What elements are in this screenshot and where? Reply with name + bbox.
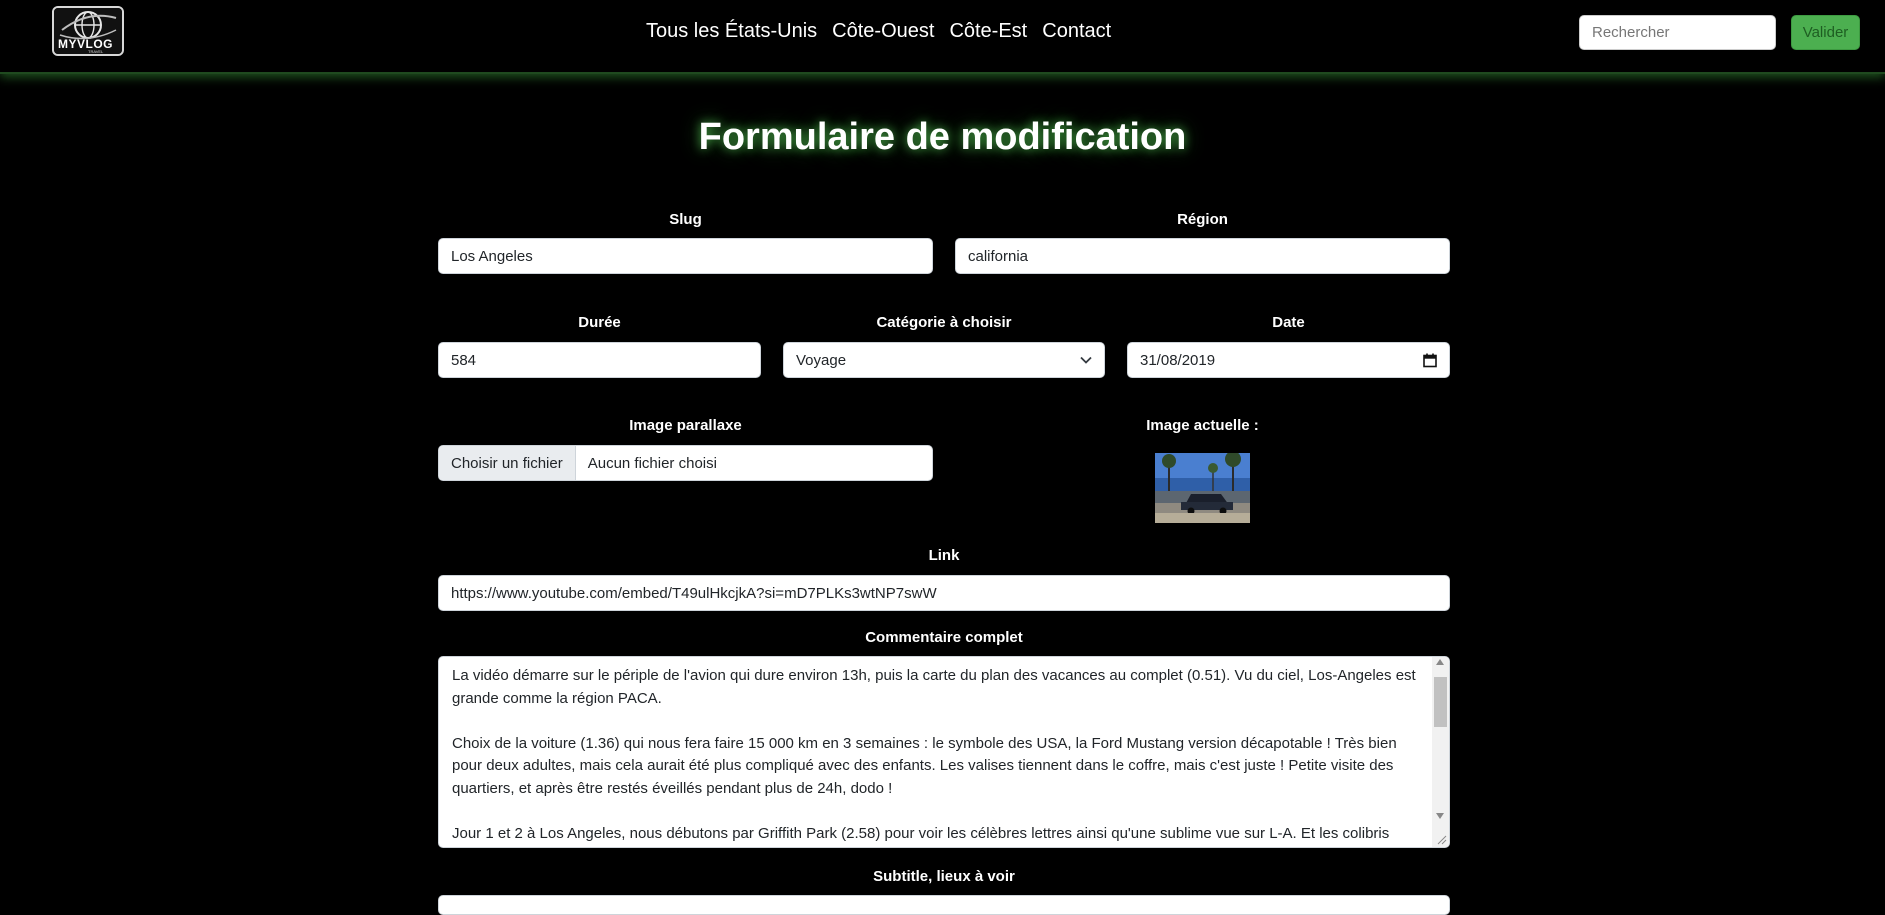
categorie-selected-value: Voyage [796, 351, 847, 369]
duree-input[interactable] [438, 342, 761, 378]
nav-link-tous-les-etats-unis[interactable]: Tous les États-Unis [646, 20, 817, 43]
file-status-text: Aucun fichier choisi [587, 454, 717, 472]
link-label: Link [928, 547, 960, 564]
chevron-down-icon [1080, 356, 1092, 364]
commentaire-label: Commentaire complet [865, 629, 1023, 646]
navbar: MYVLOG TRAVEL Tous les États-Unis Côte-O… [0, 0, 1885, 74]
date-label: Date [1272, 314, 1305, 331]
textarea-scrollbar[interactable] [1432, 657, 1449, 847]
resize-handle-icon[interactable] [1436, 834, 1447, 845]
myvlog-logo[interactable]: MYVLOG TRAVEL [52, 6, 124, 56]
nav-links: Tous les États-Unis Côte-Ouest Côte-Est … [646, 20, 1111, 43]
choose-file-button[interactable]: Choisir un fichier [439, 446, 576, 480]
logo-text: MYVLOG [58, 37, 114, 51]
logo-subtext: TRAVEL [88, 49, 104, 54]
calendar-icon[interactable] [1423, 353, 1437, 368]
link-input[interactable] [438, 575, 1450, 611]
region-input[interactable] [955, 238, 1450, 274]
image-parallaxe-label: Image parallaxe [629, 417, 742, 434]
date-value: 31/08/2019 [1140, 351, 1216, 369]
scroll-down-arrow-icon[interactable] [1436, 813, 1444, 819]
image-parallaxe-file-input[interactable]: Choisir un fichier Aucun fichier choisi [438, 445, 933, 481]
categorie-label: Catégorie à choisir [876, 314, 1012, 331]
commentaire-paragraph: La vidéo démarre sur le périple de l'avi… [452, 667, 1416, 707]
date-input[interactable]: 31/08/2019 [1127, 342, 1450, 378]
commentaire-paragraph: Choix de la voiture (1.36) qui nous fera… [452, 734, 1397, 797]
scrollbar-thumb[interactable] [1434, 677, 1447, 727]
subtitle-input[interactable] [438, 895, 1450, 915]
slug-label: Slug [669, 211, 702, 228]
nav-link-cote-est[interactable]: Côte-Est [949, 20, 1027, 43]
subtitle-label: Subtitle, lieux à voir [873, 868, 1015, 885]
current-image-thumbnail [1155, 453, 1250, 523]
scroll-up-arrow-icon[interactable] [1436, 659, 1444, 665]
categorie-select[interactable]: Voyage [783, 342, 1105, 378]
duree-label: Durée [578, 314, 621, 331]
nav-link-cote-ouest[interactable]: Côte-Ouest [832, 20, 934, 43]
car-photo-image [1155, 453, 1250, 523]
search-input[interactable] [1579, 15, 1776, 50]
slug-input[interactable] [438, 238, 933, 274]
commentaire-text: La vidéo démarre sur le périple de l'avi… [452, 665, 1420, 847]
region-label: Région [1177, 211, 1228, 228]
commentaire-textarea[interactable]: La vidéo démarre sur le périple de l'avi… [438, 656, 1450, 848]
commentaire-paragraph: Jour 1 et 2 à Los Angeles, nous débutons… [452, 824, 1390, 842]
search-submit-button[interactable]: Valider [1791, 15, 1860, 50]
image-actuelle-label: Image actuelle : [1146, 417, 1259, 434]
nav-link-contact[interactable]: Contact [1042, 20, 1111, 43]
page-title: Formulaire de modification [698, 116, 1187, 158]
